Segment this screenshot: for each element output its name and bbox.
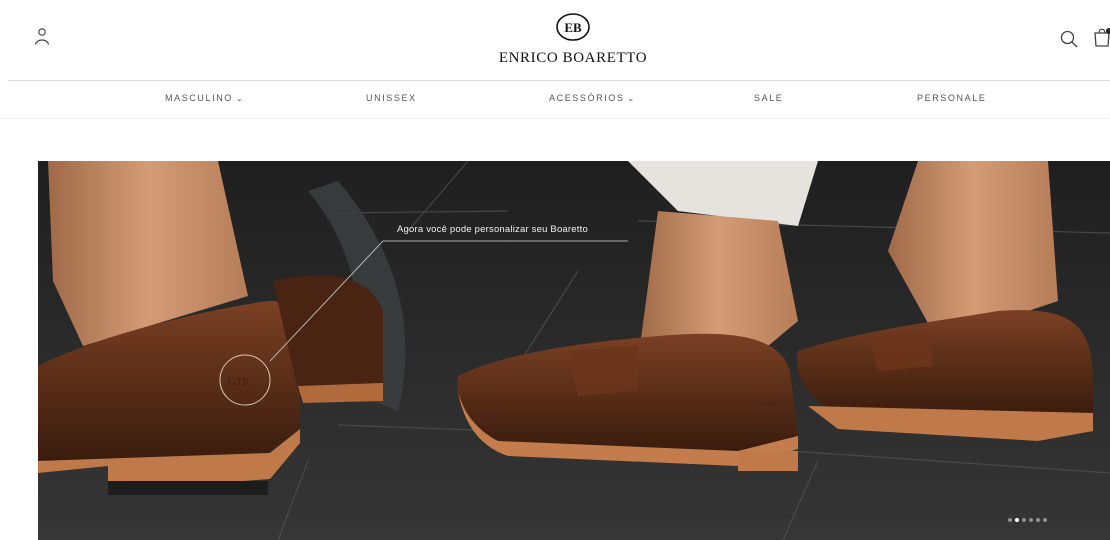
carousel-dot-active[interactable] (1015, 518, 1019, 522)
nav-item-masculino[interactable]: MASCULINO ⌄ (165, 93, 244, 103)
engraving-text: GTR (228, 376, 251, 388)
user-icon (34, 28, 50, 45)
cart-button[interactable] (1090, 24, 1110, 50)
nav-item-personale[interactable]: PERSONALE (917, 93, 986, 103)
hero-caption: Agora você pode personalizar seu Boarett… (397, 224, 588, 235)
account-button[interactable] (30, 24, 54, 50)
carousel-dot[interactable] (1029, 518, 1033, 522)
carousel-dots (1008, 518, 1047, 522)
brand-name: ENRICO BOARETTO (498, 50, 648, 66)
main-navigation: MASCULINO ⌄ UNISSEX ACESSÓRIOS ⌄ SALE PERS… (0, 81, 1110, 119)
site-header: EB ENRICO BOARETTO (0, 0, 1110, 80)
carousel-dot[interactable] (1043, 518, 1047, 522)
carousel-dot[interactable] (1036, 518, 1040, 522)
search-icon (1060, 30, 1078, 48)
chevron-down-icon: ⌄ (627, 94, 636, 103)
nav-item-sale[interactable]: SALE (754, 93, 783, 103)
nav-item-unissex[interactable]: UNISSEX (366, 93, 417, 103)
carousel-dot[interactable] (1022, 518, 1026, 522)
hero-banner[interactable]: GTR GTR Agora você pode personalizar seu… (38, 161, 1110, 540)
engraving-text: GTR (762, 400, 776, 408)
carousel-dot[interactable] (1008, 518, 1012, 522)
chevron-down-icon: ⌄ (235, 94, 245, 103)
search-button[interactable] (1058, 28, 1080, 50)
logo-mark: EB (556, 13, 590, 41)
nav-item-acessorios[interactable]: ACESSÓRIOS ⌄ (549, 93, 636, 103)
brand-logo[interactable]: EB ENRICO BOARETTO (455, 12, 691, 74)
svg-text:EB: EB (564, 20, 582, 35)
hero-image: GTR GTR (38, 161, 1110, 540)
shopping-bag-icon (1094, 28, 1110, 47)
